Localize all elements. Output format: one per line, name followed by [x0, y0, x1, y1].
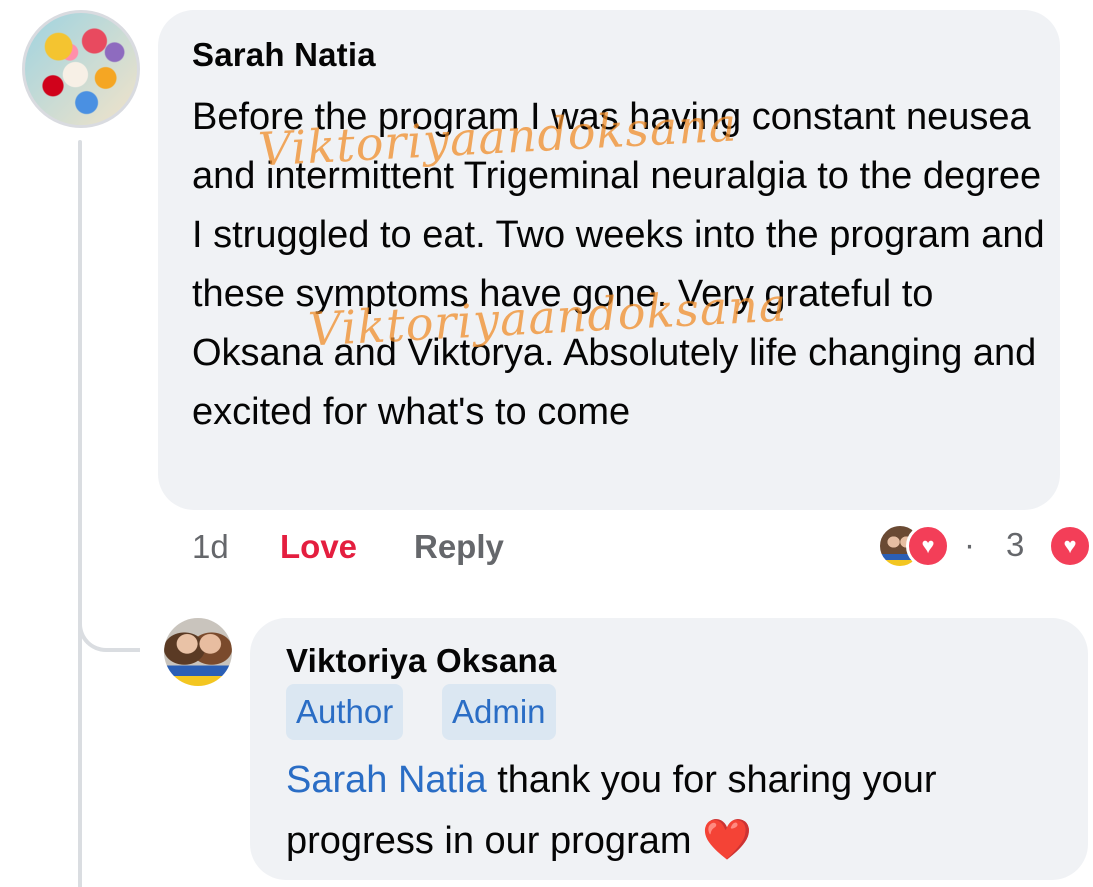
reply-button[interactable]: Reply [414, 528, 504, 566]
comment-timestamp[interactable]: 1d [192, 528, 229, 566]
reply-bubble: Viktoriya Oksana Author Admin Sarah Nati… [250, 618, 1088, 880]
reply-author-name[interactable]: Viktoriya Oksana [286, 642, 556, 680]
avatar[interactable] [164, 618, 232, 686]
comment-author-name[interactable]: Sarah Natia [192, 36, 376, 74]
reply-text: Sarah Natia thank you for sharing your p… [286, 750, 1076, 871]
author-badge: Author [286, 684, 404, 740]
heart-emoji-icon: ❤️ [702, 818, 752, 862]
thread-line [78, 140, 82, 887]
comment-text: Before the program I was having constant… [192, 96, 1045, 433]
mention-link[interactable]: Sarah Natia [286, 759, 487, 801]
reaction-separator: · [964, 526, 975, 563]
thread-connector [78, 590, 140, 652]
avatar[interactable] [22, 10, 140, 128]
reaction-count: 3 [1006, 526, 1025, 563]
admin-badge: Admin [442, 684, 556, 740]
comment-bubble: Sarah Natia Before the program I was hav… [158, 10, 1060, 510]
love-button[interactable]: Love [280, 528, 357, 566]
heart-icon: ♥ [1048, 524, 1092, 568]
reactions-summary[interactable]: ♥ · 3 ♥ [878, 522, 1093, 570]
comment-actions: 1d Love Reply ♥ · 3 ♥ [0, 524, 1093, 568]
comment-thread: Sarah Natia Before the program I was hav… [0, 0, 1093, 887]
heart-icon: ♥ [906, 524, 950, 568]
